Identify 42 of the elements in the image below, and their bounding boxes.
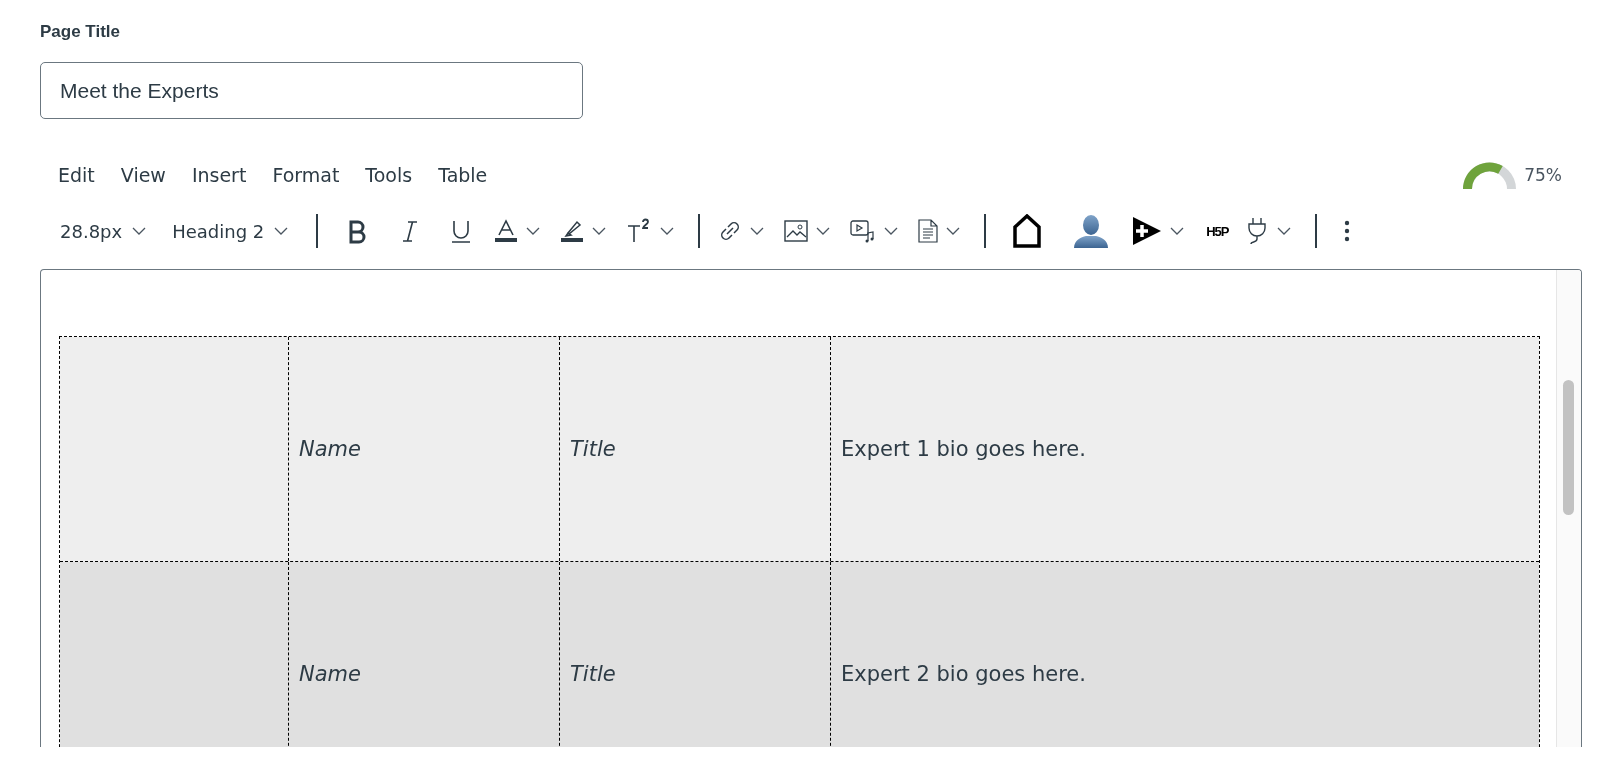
underline-icon[interactable] [450, 218, 473, 244]
menu-item[interactable]: Edit [48, 160, 105, 190]
more-options-icon[interactable] [1342, 219, 1351, 243]
page-title-input[interactable]: Meet the Experts [40, 62, 583, 119]
text-color-icon[interactable] [494, 218, 519, 244]
editor-area[interactable]: Name Title Expert 1 bio goes here. Name Title Expert 2 bio goes here. [40, 269, 1582, 747]
highlighter-icon[interactable] [560, 218, 585, 244]
accessibility-gauge[interactable] [1463, 161, 1517, 189]
chevron-down-icon[interactable] [816, 227, 831, 235]
chevron-down-icon[interactable] [1276, 227, 1291, 235]
accessibility-score: 75% [1524, 165, 1562, 185]
expert-title: Title [570, 662, 616, 686]
image-icon[interactable] [784, 220, 809, 242]
chevron-down-icon[interactable] [946, 227, 961, 235]
chevron-down-icon[interactable] [526, 227, 541, 235]
menu-item[interactable]: Table [428, 160, 498, 190]
menu-item[interactable]: Format [262, 160, 350, 190]
expert-name: Name [299, 437, 361, 461]
play-plus-icon[interactable] [1132, 216, 1163, 246]
house-icon[interactable] [1012, 214, 1043, 248]
font-size-dropdown[interactable]: 28.8px [58, 216, 149, 246]
block-format-dropdown[interactable]: Heading 2 [170, 216, 291, 246]
menu-item[interactable]: View [110, 160, 176, 190]
scrollbar-thumb[interactable] [1563, 380, 1574, 515]
chevron-down-icon[interactable] [592, 227, 607, 235]
expert-bio: Expert 1 bio goes here. [841, 437, 1086, 461]
media-icon[interactable] [850, 219, 877, 243]
expert-title: Title [570, 437, 616, 461]
chevron-down-icon [274, 227, 289, 235]
person-icon[interactable] [1072, 214, 1111, 248]
document-icon[interactable] [918, 219, 939, 243]
menu-item[interactable]: Tools [355, 160, 423, 190]
page-title-label: Page Title [40, 22, 120, 42]
expert-name: Name [299, 662, 361, 686]
h5p-button[interactable]: H5P [1204, 221, 1231, 241]
chevron-down-icon[interactable] [884, 227, 899, 235]
menu-item[interactable]: Insert [181, 160, 257, 190]
chevron-down-icon[interactable] [660, 227, 675, 235]
chevron-down-icon [132, 227, 147, 235]
chevron-down-icon[interactable] [750, 227, 765, 235]
chevron-down-icon[interactable] [1170, 227, 1185, 235]
expert-bio: Expert 2 bio goes here. [841, 662, 1086, 686]
